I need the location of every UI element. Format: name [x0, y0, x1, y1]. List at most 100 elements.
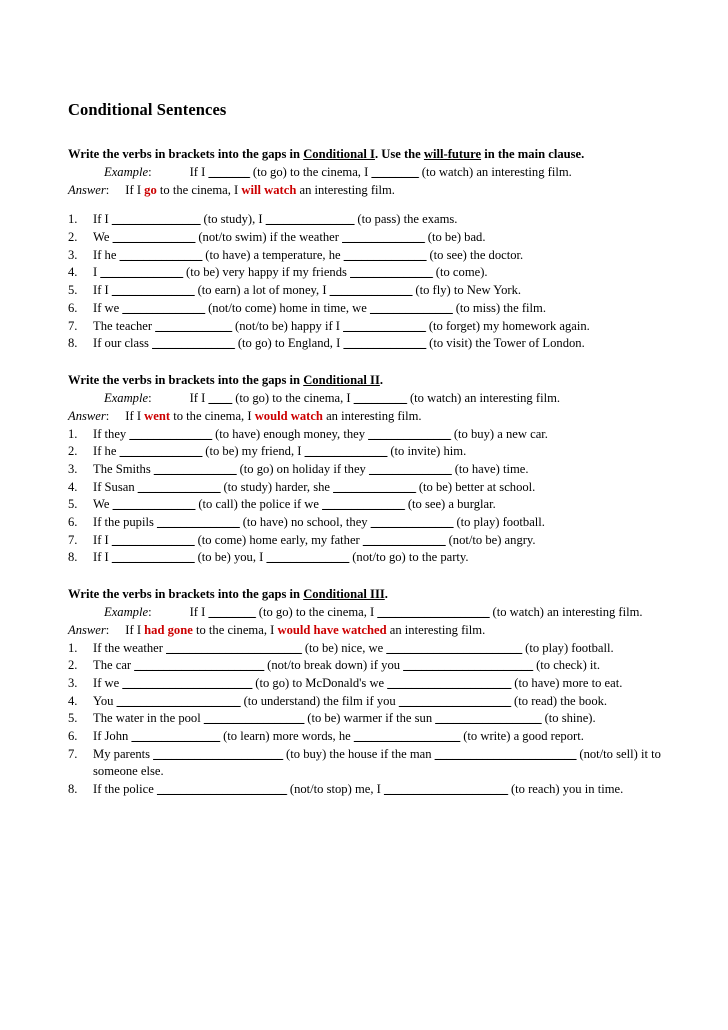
item-number: 8.: [68, 782, 78, 797]
item-text: (to play) football.: [453, 514, 545, 529]
item-text: If I: [93, 532, 112, 547]
heading-text: Write the verbs in brackets into the gap…: [68, 372, 304, 387]
exercise-item: 1. If I _______________ (to study), I ___…: [68, 211, 676, 229]
item-text: (to be) my friend, I: [202, 444, 305, 459]
answer-blank: _______________________: [166, 640, 302, 655]
item-text: If the pupils: [93, 514, 158, 529]
item-text: (to visit) the Tower of London.: [426, 336, 585, 351]
item-number: 1.: [68, 640, 78, 655]
answer-highlight: would have watched: [277, 622, 387, 637]
answer-blank: ______________: [370, 300, 453, 315]
item-text: If he: [93, 444, 120, 459]
answer-blank: ______________: [152, 336, 235, 351]
exercise-item: 3. The Smiths ______________ (to go) on h…: [68, 461, 676, 479]
item-text: (not/to go) to the party.: [349, 550, 469, 565]
heading-text: Write the verbs in brackets into the gap…: [68, 587, 304, 602]
item-number: 2.: [68, 230, 78, 245]
item-text: (not/to be) happy if I: [231, 318, 344, 333]
conditional-section: Write the verbs in brackets into the gap…: [68, 146, 676, 372]
answer-blank: ______________: [343, 247, 427, 262]
exercise-item: 6. If the pupils ______________ (to have)…: [68, 514, 676, 532]
item-number: 3.: [68, 461, 78, 476]
answer-blank: __________________: [353, 729, 461, 744]
example-line: Example: If I ________ (to go) to the cin…: [68, 604, 676, 622]
exercise-item: 7. The teacher _____________ (not/to be) …: [68, 318, 676, 336]
exercise-item: 8. If I ______________ (to be) you, I ___…: [68, 549, 676, 567]
answer-blank: ______________: [119, 444, 203, 459]
item-text: If the weather: [93, 640, 167, 655]
exercise-item: 3. If he ______________ (to have) a tempe…: [68, 247, 676, 265]
item-text: (to be) very happy if my friends: [182, 265, 351, 280]
answer-blank: ______________: [329, 283, 413, 298]
answer-blank: __________________: [435, 711, 542, 726]
item-text: (to shine).: [541, 711, 596, 726]
answer-text: to the cinema, I: [170, 408, 255, 423]
answer-blank: _______________: [265, 212, 355, 227]
answer-highlight: went: [144, 408, 171, 423]
answer-blank: ______________: [111, 283, 195, 298]
answer-blank: ______________: [322, 497, 405, 512]
item-text: (to buy) the house if the man: [282, 746, 435, 761]
example-blank: ___________________: [377, 604, 490, 619]
item-text: (to be) you, I: [194, 550, 267, 565]
answer-label: Answer: [68, 182, 106, 197]
item-text: (to study), I: [200, 212, 266, 227]
item-text: (to have) time.: [451, 461, 529, 476]
exercise-list: 1. If the weather _______________________…: [68, 640, 676, 799]
answer-colon: :: [105, 182, 110, 197]
answer-blank: ______________: [100, 265, 183, 280]
exercise-item: 2. The car ______________________ (not/to…: [68, 657, 676, 675]
answer-blank: _____________: [155, 318, 232, 333]
answer-blank: _____________________: [387, 676, 512, 691]
answer-blank: _________________: [203, 711, 305, 726]
example-blank: ________: [371, 164, 419, 179]
item-text: If I: [93, 550, 112, 565]
item-text: If I: [93, 283, 112, 298]
exercise-list: 1. If I _______________ (to study), I ___…: [68, 211, 676, 353]
item-text: The car: [93, 658, 135, 673]
answer-highlight: go: [144, 182, 157, 197]
answer-text: an interesting film.: [386, 622, 486, 637]
item-text: If Susan: [93, 479, 138, 494]
item-text: (to learn) more words, he: [219, 729, 354, 744]
answer-blank: ______________: [343, 318, 426, 333]
item-text: We: [93, 230, 113, 245]
answer-colon: :: [105, 622, 110, 637]
item-text: The Smiths: [93, 461, 154, 476]
answer-label: Answer: [68, 622, 106, 637]
answer-line: Answer: If I go to the cinema, I will wat…: [68, 182, 676, 200]
answer-blank: ______________: [111, 532, 195, 547]
answer-blank: ______________: [362, 532, 446, 547]
item-text: (not/to be) angry.: [445, 532, 536, 547]
exercise-item: 8. If the police ______________________ (…: [68, 781, 676, 799]
item-number: 2.: [68, 444, 78, 459]
item-number: 6.: [68, 729, 78, 744]
item-text: (to be) better at school.: [415, 479, 536, 494]
heading-conditional-name: Conditional I: [303, 146, 375, 161]
item-text: (to be) bad.: [424, 230, 486, 245]
exercise-item: 5. We ______________ (to call) the police…: [68, 496, 676, 514]
answer-blank: ______________: [157, 514, 240, 529]
item-text: If our class: [93, 336, 153, 351]
answer-blank: ______________: [119, 247, 203, 262]
example-blank: ________: [208, 604, 256, 619]
item-text: (to earn) a lot of money, I: [194, 283, 330, 298]
example-line: Example: If I _______ (to go) to the cine…: [68, 164, 676, 182]
example-blank: _________: [353, 390, 407, 405]
item-text: (to have) a temperature, he: [202, 247, 344, 262]
item-number: 7.: [68, 318, 78, 333]
item-number: 5.: [68, 283, 78, 298]
exercise-item: 4. I ______________ (to be) very happy if…: [68, 264, 676, 282]
example-text: (to go) to the cinema, I: [249, 164, 372, 179]
item-text: (to reach) you in time.: [507, 782, 624, 797]
item-text: (to study) harder, she: [220, 479, 334, 494]
section-heading: Write the verbs in brackets into the gap…: [68, 146, 676, 164]
item-text: (to see) the doctor.: [426, 247, 524, 262]
exercise-item: 3. If we ______________________ (to go) t…: [68, 675, 676, 693]
exercise-item: 6. If John _______________ (to learn) mor…: [68, 728, 676, 746]
line-spacer: [68, 199, 676, 211]
item-number: 3.: [68, 676, 78, 691]
item-text: (to write) a good report.: [460, 729, 584, 744]
answer-blank: _______________________: [386, 640, 522, 655]
